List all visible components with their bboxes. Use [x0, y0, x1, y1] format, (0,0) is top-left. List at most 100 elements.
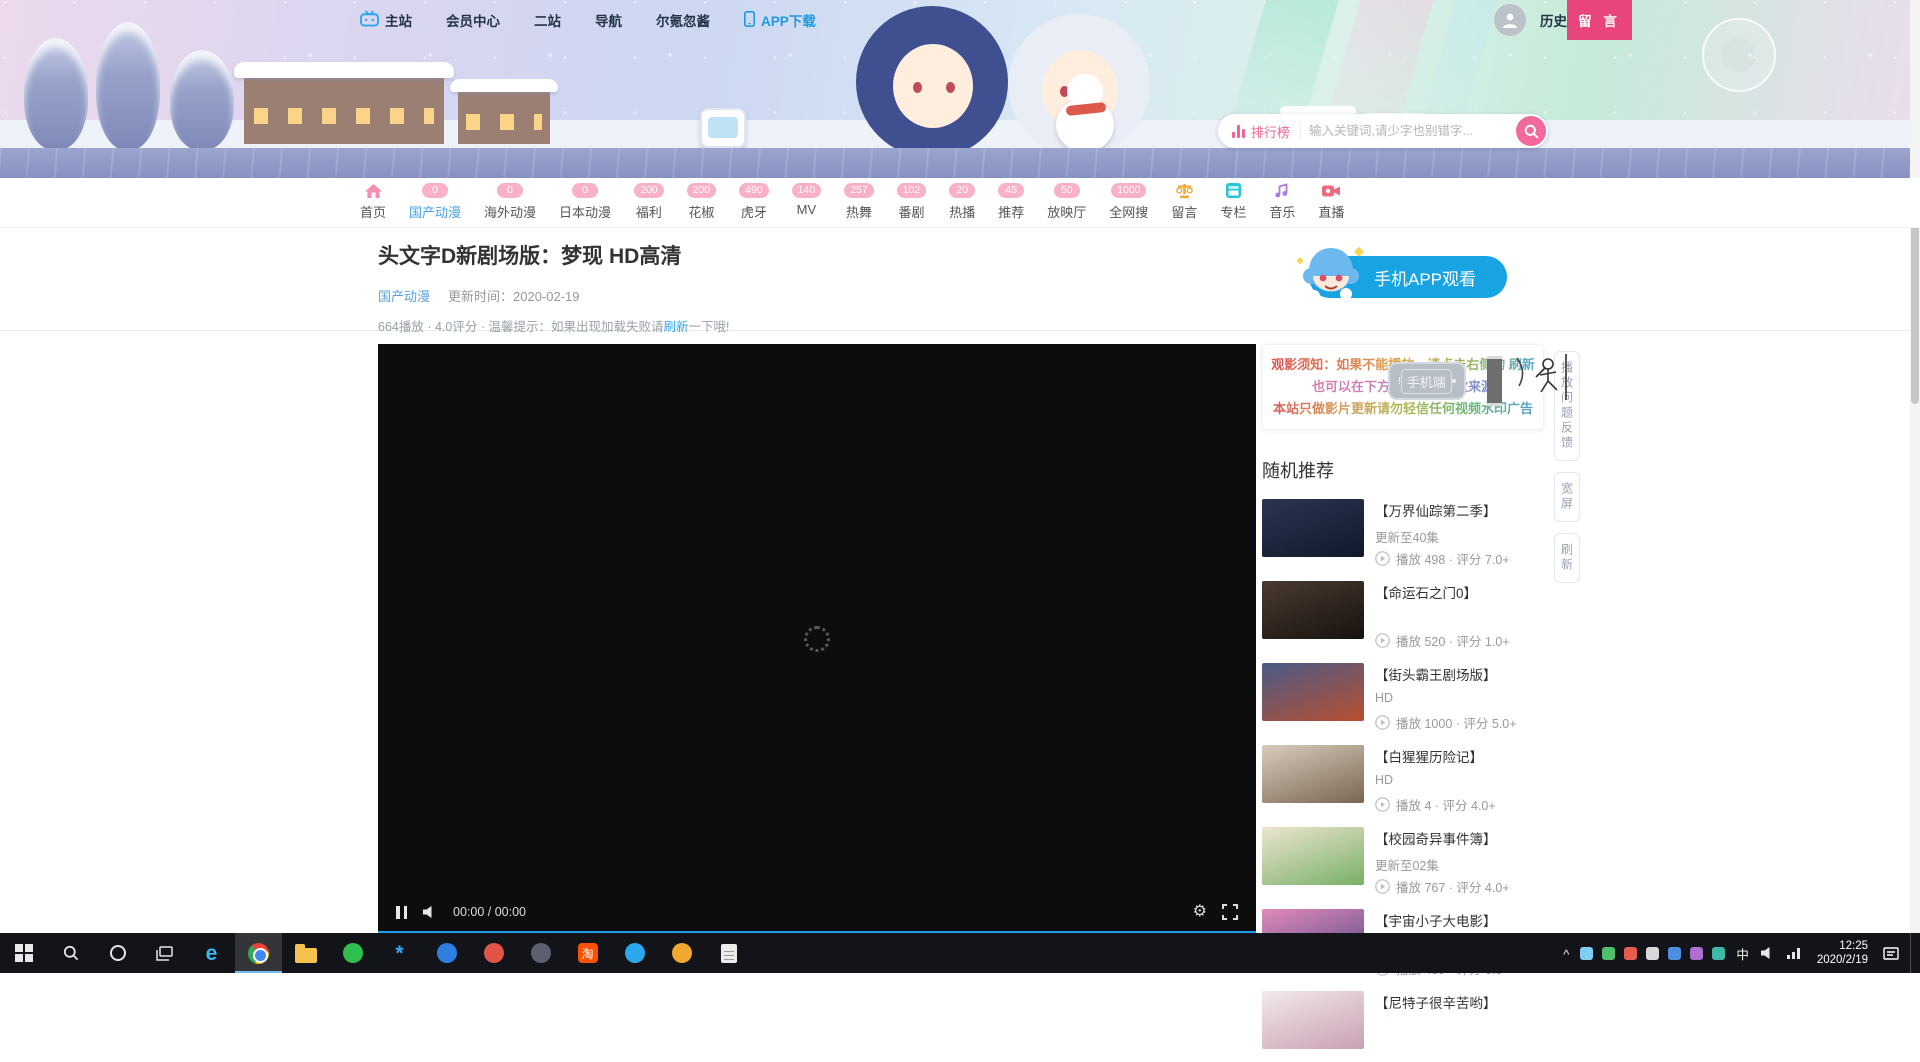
award-icon [1176, 183, 1193, 198]
red-app-icon[interactable] [470, 933, 517, 973]
tab-热舞[interactable]: 257热舞 [844, 178, 874, 221]
volume-icon[interactable] [422, 905, 438, 919]
stats-tail: 一下哦! [688, 320, 729, 334]
refresh-link[interactable]: 刷新 [663, 320, 688, 334]
video-player[interactable]: 00:00 / 00:00 ⚙ [378, 344, 1256, 934]
settings-gear-icon[interactable]: ⚙ [1193, 904, 1207, 920]
tab-MV[interactable]: 140MV [792, 178, 822, 221]
home-icon [364, 183, 383, 198]
tab-留言[interactable]: 留言 [1171, 178, 1197, 221]
tab-番剧[interactable]: 102番剧 [897, 178, 927, 221]
tab-虎牙[interactable]: 490虎牙 [739, 178, 769, 221]
dark-app-icon-glyph [531, 943, 551, 963]
tray-blue-icon[interactable] [1580, 947, 1593, 960]
banner-house-windows [466, 106, 542, 138]
category-link[interactable]: 国产动漫 [378, 286, 430, 305]
speaker-icon[interactable] [1760, 946, 1776, 960]
recommend-thumbnail [1262, 663, 1364, 721]
cortana-icon[interactable] [94, 933, 141, 973]
taskbar-clock[interactable]: 12:25 2020/2/19 [1813, 939, 1872, 967]
tray-expand-icon[interactable]: ^ [1563, 947, 1569, 962]
recommend-item[interactable]: 【命运石之门0】播放 520 · 评分 1.0+ [1262, 581, 1544, 650]
tray-teal-icon[interactable] [1712, 947, 1725, 960]
tab-label: 番剧 [898, 202, 924, 221]
side-button-宽屏[interactable]: 宽屏 [1554, 472, 1580, 522]
recommend-item[interactable]: 【尼特子很辛苦哟】 [1262, 991, 1544, 1049]
page-scrollbar[interactable] [1910, 0, 1920, 933]
recommend-item[interactable]: 【街头霸王剧场版】HD播放 1000 · 评分 5.0+ [1262, 663, 1544, 732]
nav-item-APP下载[interactable]: APP下载 [744, 10, 816, 30]
taskbar-search-icon-glyph [63, 945, 79, 961]
person-icon [1501, 11, 1519, 29]
nav-item-label: 尔氪忽酱 [656, 10, 710, 30]
search-button[interactable] [1516, 116, 1546, 146]
tray-purple-icon[interactable] [1690, 947, 1703, 960]
recommend-item[interactable]: 【校园奇异事件簿】更新至02集播放 767 · 评分 4.0+ [1262, 827, 1544, 896]
tab-推荐[interactable]: 45推荐 [998, 178, 1024, 221]
tab-日本动漫[interactable]: 0日本动漫 [559, 178, 611, 221]
chibi-mascot [1294, 242, 1368, 308]
search-input[interactable] [1301, 124, 1516, 138]
show-desktop-button[interactable] [1910, 933, 1914, 973]
banner-tree [96, 22, 160, 150]
notepad-icon[interactable] [705, 933, 752, 973]
tab-全网搜[interactable]: 1000全网搜 [1109, 178, 1148, 221]
nav-item-尔氪忽酱[interactable]: 尔氪忽酱 [656, 10, 710, 30]
search-icon [1524, 124, 1539, 139]
start-button[interactable] [0, 933, 47, 973]
mobile-site-widget[interactable]: ! 手机端 [1388, 362, 1466, 400]
category-tabs: 首页 0国产动漫 0海外动漫 0日本动漫 200福利 200花椒 490虎牙 140MV 257… [360, 178, 1344, 221]
chrome-browser-icon-glyph [248, 943, 269, 964]
pause-button[interactable] [396, 906, 407, 919]
user-avatar[interactable] [1494, 4, 1526, 36]
action-center-icon[interactable] [1883, 946, 1899, 961]
play-circle-icon [1375, 879, 1390, 894]
edge-browser-icon[interactable]: e [188, 933, 235, 973]
tray-green-icon[interactable] [1602, 947, 1615, 960]
ime-indicator[interactable]: 中 [1736, 944, 1749, 963]
tray-red-icon[interactable] [1624, 947, 1637, 960]
file-explorer-icon[interactable] [282, 933, 329, 973]
start-button-glyph [15, 944, 33, 962]
nav-item-label: 主站 [385, 10, 412, 30]
tab-花椒[interactable]: 200花椒 [687, 178, 717, 221]
taobao-icon[interactable]: 淘 [564, 933, 611, 973]
blue-circle-app-icon[interactable] [611, 933, 658, 973]
green-app-icon[interactable] [329, 933, 376, 973]
nav-item-主站[interactable]: 主站 [360, 10, 412, 30]
tab-福利[interactable]: 200福利 [634, 178, 664, 221]
tab-音乐[interactable]: 音乐 [1269, 178, 1295, 221]
nav-item-二站[interactable]: 二站 [534, 10, 561, 30]
blue-app-icon-glyph [437, 943, 457, 963]
widget-scrollbar-thumb[interactable] [1487, 359, 1502, 403]
tab-放映厅[interactable]: 50放映厅 [1047, 178, 1086, 221]
history-link[interactable]: 历史 [1540, 10, 1567, 30]
side-button-刷新[interactable]: 刷新 [1554, 533, 1580, 583]
tab-直播[interactable]: 直播 [1318, 178, 1344, 221]
network-icon[interactable] [1787, 947, 1802, 959]
media-app-icon[interactable] [658, 933, 705, 973]
chrome-browser-icon[interactable] [235, 933, 282, 973]
tab-热播[interactable]: 20热播 [949, 178, 975, 221]
nav-item-导航[interactable]: 导航 [595, 10, 622, 30]
tray-gray-icon[interactable] [1646, 947, 1659, 960]
taskbar-search-icon[interactable] [47, 933, 94, 973]
widget-scrollbar[interactable] [1487, 356, 1502, 406]
ranking-link[interactable]: 排行榜 [1218, 122, 1300, 141]
dark-app-icon[interactable] [517, 933, 564, 973]
recommend-item[interactable]: 【万界仙踪第二季】更新至40集播放 498 · 评分 7.0+ [1262, 499, 1544, 568]
tab-海外动漫[interactable]: 0海外动漫 [484, 178, 536, 221]
topbar-right: 历史 [1494, 0, 1567, 40]
tab-国产动漫[interactable]: 0国产动漫 [409, 178, 461, 221]
tab-专栏[interactable]: 专栏 [1220, 178, 1246, 221]
message-board-button[interactable]: 留 言 [1567, 0, 1632, 40]
nav-item-会员中心[interactable]: 会员中心 [446, 10, 500, 30]
recommend-item[interactable]: 【白猩猩历险记】HD播放 4 · 评分 4.0+ [1262, 745, 1544, 814]
tab-首页[interactable]: 首页 [360, 178, 386, 221]
blue-star-app-icon[interactable]: * [376, 933, 423, 973]
tray-navy-icon[interactable] [1668, 947, 1681, 960]
blue-app-icon[interactable] [423, 933, 470, 973]
fullscreen-icon[interactable] [1222, 904, 1238, 920]
task-view-icon[interactable] [141, 933, 188, 973]
tray-icons [1580, 947, 1725, 960]
